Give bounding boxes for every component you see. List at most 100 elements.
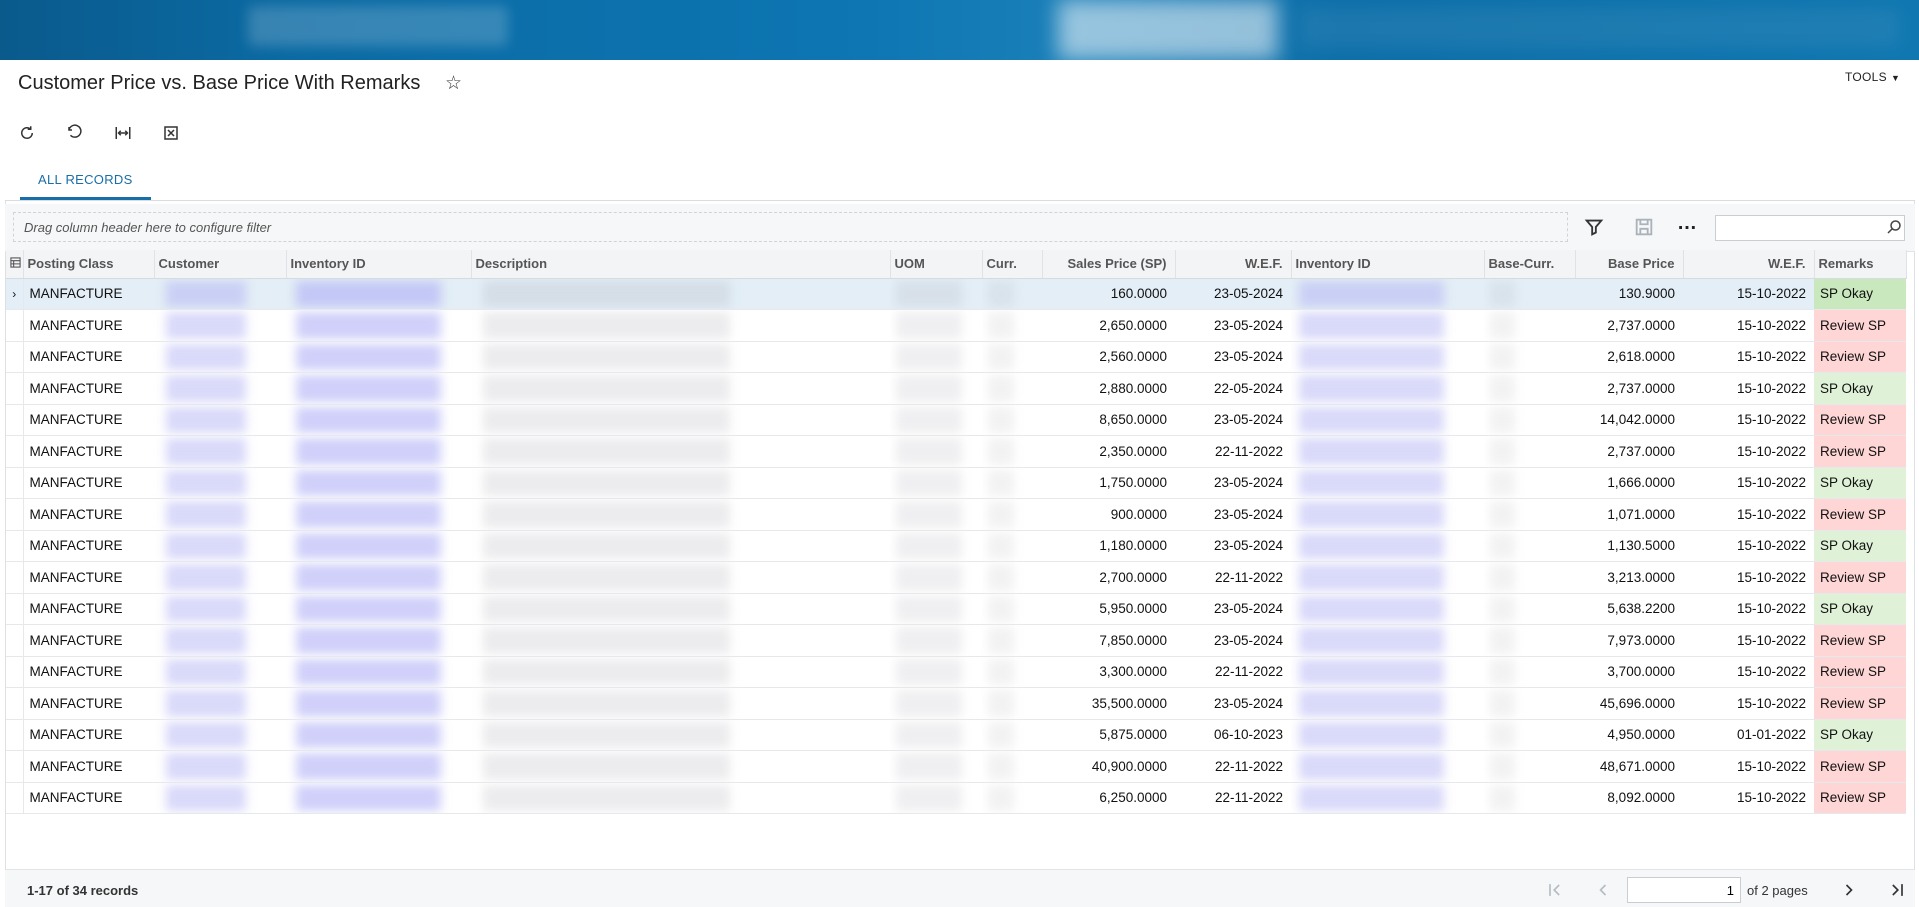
curr-cell[interactable] xyxy=(982,593,1042,625)
base-wef-cell[interactable]: 15-10-2022 xyxy=(1683,656,1814,688)
curr-cell[interactable] xyxy=(982,782,1042,814)
base-inventory-id-cell[interactable] xyxy=(1291,719,1484,751)
base-curr-cell[interactable] xyxy=(1484,435,1575,468)
inventory-id-cell[interactable] xyxy=(286,372,471,405)
customer-cell[interactable] xyxy=(154,624,286,657)
curr-cell[interactable] xyxy=(982,561,1042,594)
posting-class-cell[interactable]: MANFACTURE xyxy=(23,435,154,468)
row-selector[interactable] xyxy=(6,372,24,405)
row-selector[interactable] xyxy=(6,498,24,531)
description-cell[interactable] xyxy=(471,687,890,720)
base-curr-cell[interactable] xyxy=(1484,719,1575,751)
sales-price-cell[interactable]: 6,250.0000 xyxy=(1042,782,1175,814)
inventory-id-cell[interactable] xyxy=(286,624,471,657)
uom-cell[interactable] xyxy=(890,498,982,531)
base-wef-cell[interactable]: 15-10-2022 xyxy=(1683,404,1814,436)
wef-cell[interactable]: 23-05-2024 xyxy=(1175,341,1291,373)
uom-cell[interactable] xyxy=(890,750,982,783)
uom-cell[interactable] xyxy=(890,435,982,468)
wef-cell[interactable]: 22-11-2022 xyxy=(1175,435,1291,468)
curr-cell[interactable] xyxy=(982,372,1042,405)
description-cell[interactable] xyxy=(471,435,890,468)
inventory-id-cell[interactable] xyxy=(286,435,471,468)
inventory-id-cell[interactable] xyxy=(286,309,471,342)
col-description[interactable]: Description xyxy=(471,250,891,279)
description-cell[interactable] xyxy=(471,593,890,625)
table-row[interactable]: MANFACTURE 6,250.0000 22-11-2022 8,092.0000… xyxy=(6,782,1906,814)
row-selector[interactable] xyxy=(6,309,24,342)
posting-class-cell[interactable]: MANFACTURE xyxy=(23,656,154,688)
inventory-id-cell[interactable] xyxy=(286,278,471,310)
sales-price-cell[interactable]: 1,180.0000 xyxy=(1042,530,1175,562)
inventory-id-cell[interactable] xyxy=(286,593,471,625)
base-price-cell[interactable]: 1,130.5000 xyxy=(1575,530,1683,562)
col-customer[interactable]: Customer xyxy=(154,250,287,279)
table-row[interactable]: MANFACTURE 2,880.0000 22-05-2024 2,737.0000… xyxy=(6,372,1906,405)
posting-class-cell[interactable]: MANFACTURE xyxy=(23,782,154,814)
tab-all-records[interactable]: ALL RECORDS xyxy=(20,165,151,200)
wef-cell[interactable]: 23-05-2024 xyxy=(1175,624,1291,657)
tools-menu-button[interactable]: TOOLS ▼ xyxy=(1845,70,1900,84)
base-inventory-id-cell[interactable] xyxy=(1291,278,1484,310)
first-page-icon[interactable] xyxy=(1545,880,1565,900)
table-row[interactable]: MANFACTURE 2,350.0000 22-11-2022 2,737.0000… xyxy=(6,435,1906,468)
base-curr-cell[interactable] xyxy=(1484,309,1575,342)
remarks-cell[interactable]: SP Okay xyxy=(1814,593,1906,625)
posting-class-cell[interactable]: MANFACTURE xyxy=(23,561,154,594)
inventory-id-cell[interactable] xyxy=(286,341,471,373)
wef-cell[interactable]: 22-11-2022 xyxy=(1175,561,1291,594)
base-price-cell[interactable]: 2,737.0000 xyxy=(1575,435,1683,468)
col-wef[interactable]: W.E.F. xyxy=(1175,250,1292,279)
sales-price-cell[interactable]: 40,900.0000 xyxy=(1042,750,1175,783)
base-wef-cell[interactable]: 15-10-2022 xyxy=(1683,435,1814,468)
base-inventory-id-cell[interactable] xyxy=(1291,624,1484,657)
customer-cell[interactable] xyxy=(154,498,286,531)
customer-cell[interactable] xyxy=(154,467,286,499)
row-selector[interactable] xyxy=(6,341,24,373)
curr-cell[interactable] xyxy=(982,278,1042,310)
uom-cell[interactable] xyxy=(890,341,982,373)
base-curr-cell[interactable] xyxy=(1484,530,1575,562)
filter-icon[interactable] xyxy=(1583,216,1605,238)
description-cell[interactable] xyxy=(471,782,890,814)
description-cell[interactable] xyxy=(471,278,890,310)
inventory-id-cell[interactable] xyxy=(286,719,471,751)
posting-class-cell[interactable]: MANFACTURE xyxy=(23,719,154,751)
base-curr-cell[interactable] xyxy=(1484,750,1575,783)
inventory-id-cell[interactable] xyxy=(286,561,471,594)
customer-cell[interactable] xyxy=(154,404,286,436)
wef-cell[interactable]: 22-11-2022 xyxy=(1175,750,1291,783)
base-price-cell[interactable]: 48,671.0000 xyxy=(1575,750,1683,783)
customer-cell[interactable] xyxy=(154,593,286,625)
posting-class-cell[interactable]: MANFACTURE xyxy=(23,278,154,310)
base-wef-cell[interactable]: 15-10-2022 xyxy=(1683,341,1814,373)
curr-cell[interactable] xyxy=(982,687,1042,720)
uom-cell[interactable] xyxy=(890,687,982,720)
base-curr-cell[interactable] xyxy=(1484,467,1575,499)
col-curr[interactable]: Curr. xyxy=(982,250,1043,279)
customer-cell[interactable] xyxy=(154,561,286,594)
base-wef-cell[interactable]: 15-10-2022 xyxy=(1683,498,1814,531)
group-drop-zone[interactable]: Drag column header here to configure fil… xyxy=(13,212,1568,242)
description-cell[interactable] xyxy=(471,719,890,751)
base-inventory-id-cell[interactable] xyxy=(1291,467,1484,499)
inventory-id-cell[interactable] xyxy=(286,498,471,531)
next-page-icon[interactable] xyxy=(1839,880,1859,900)
previous-page-icon[interactable] xyxy=(1593,880,1613,900)
customer-cell[interactable] xyxy=(154,750,286,783)
remarks-cell[interactable]: Review SP xyxy=(1814,561,1906,594)
col-uom[interactable]: UOM xyxy=(890,250,983,279)
customer-cell[interactable] xyxy=(154,278,286,310)
table-row[interactable]: MANFACTURE 40,900.0000 22-11-2022 48,671.00… xyxy=(6,750,1906,783)
uom-cell[interactable] xyxy=(890,782,982,814)
base-price-cell[interactable]: 1,666.0000 xyxy=(1575,467,1683,499)
uom-cell[interactable] xyxy=(890,530,982,562)
posting-class-cell[interactable]: MANFACTURE xyxy=(23,687,154,720)
inventory-id-cell[interactable] xyxy=(286,782,471,814)
wef-cell[interactable]: 23-05-2024 xyxy=(1175,687,1291,720)
col-remarks[interactable]: Remarks xyxy=(1814,250,1907,279)
fit-columns-icon[interactable] xyxy=(114,120,162,146)
remarks-cell[interactable]: Review SP xyxy=(1814,624,1906,657)
sales-price-cell[interactable]: 160.0000 xyxy=(1042,278,1175,310)
wef-cell[interactable]: 23-05-2024 xyxy=(1175,530,1291,562)
